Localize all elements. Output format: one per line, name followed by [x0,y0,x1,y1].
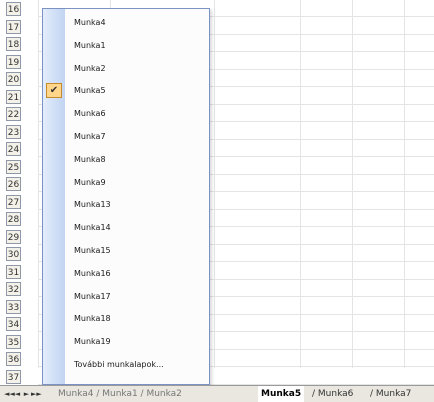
next-sheet-button[interactable]: ► [22,386,31,402]
menu-item-label: Munka5 [74,86,106,96]
row-header[interactable]: 27 [6,194,21,209]
row-header[interactable]: 35 [6,334,21,349]
grid-column-line [300,0,301,368]
sheet-tab-bar: ◄◄ ◄ ► ►► Munka4 / Munka1 / Munka2 Munka… [0,385,434,402]
menu-item[interactable]: Munka4 [43,13,209,33]
row-header[interactable]: 18 [6,37,21,51]
row-header[interactable]: 26 [6,177,21,191]
menu-item-label: Munka13 [74,200,111,210]
menu-item[interactable]: Munka1 [43,36,209,56]
row-headers: 16 17 18 19 20 21 22 23 24 25 26 27 28 29 30 31 32 33 34 35… [0,0,38,385]
menu-item-label: Munka14 [74,223,111,233]
menu-item[interactable]: Munka8 [43,150,209,170]
row-header[interactable]: 22 [6,107,21,121]
row-header[interactable]: 17 [6,19,21,34]
tab-munka7[interactable]: / Munka7 [370,386,411,402]
row-header[interactable]: 16 [6,2,21,16]
row-header[interactable]: 19 [6,54,21,69]
menu-item[interactable]: Munka15 [43,241,209,261]
menu-item-label: További munkalapok... [74,360,164,369]
tab-munka4-munka1-munka2[interactable]: Munka4 / Munka1 / Munka2 [58,386,182,402]
grid-column-line [352,0,353,368]
menu-item[interactable]: Munka17 [43,287,209,307]
row-header[interactable]: 23 [6,124,21,139]
check-icon: ✔ [46,83,62,99]
prev-sheet-button[interactable]: ◄ [13,386,22,402]
menu-item-label: Munka17 [74,291,111,301]
menu-item-label: Munka2 [74,63,106,73]
row-header[interactable]: 33 [6,299,21,314]
row-header[interactable]: 24 [6,142,21,156]
grid-column-line [404,0,405,368]
sheet-list-menu[interactable]: Munka4 Munka1 Munka2 ✔ Munka5 Munka6 Munka7 Mun… [42,8,210,385]
menu-item-label: Munka8 [74,154,106,164]
row-header[interactable]: 21 [6,89,21,104]
row-header[interactable]: 20 [6,72,21,86]
menu-item-label: Munka6 [74,109,106,119]
menu-item[interactable]: Munka18 [43,309,209,329]
row-header[interactable]: 37 [6,369,21,384]
menu-item-label: Munka16 [74,268,111,278]
tab-munka6[interactable]: / Munka6 [312,386,353,402]
menu-item-label: Munka7 [74,132,106,141]
menu-item[interactable]: Munka7 [43,127,209,147]
row-header[interactable]: 31 [6,264,21,279]
menu-item-label: Munka18 [74,314,111,324]
menu-item[interactable]: ✔ Munka5 [43,81,209,101]
menu-item[interactable]: További munkalapok... [43,355,209,375]
menu-item[interactable]: Munka2 [43,59,209,79]
tab-munka5[interactable]: Munka5 [258,386,305,402]
row-header[interactable]: 30 [6,247,21,261]
menu-item-label: Munka1 [74,40,106,50]
grid-column-line [38,0,39,368]
menu-item-label: Munka4 [74,18,106,27]
menu-item[interactable]: Munka14 [43,218,209,238]
menu-item[interactable]: Munka19 [43,332,209,352]
row-header[interactable]: 25 [6,159,21,174]
row-header[interactable]: 28 [6,212,21,226]
menu-item-label: Munka15 [74,246,111,255]
row-header[interactable]: 32 [6,282,21,296]
menu-item[interactable]: Munka6 [43,104,209,124]
menu-item[interactable]: Munka13 [43,195,209,215]
menu-item-label: Munka9 [74,177,106,187]
first-sheet-button[interactable]: ◄◄ [4,386,15,402]
menu-item[interactable]: Munka9 [43,173,209,193]
grid-column-line [214,0,215,368]
row-header[interactable]: 36 [6,352,21,366]
last-sheet-button[interactable]: ►► [31,386,42,402]
menu-item[interactable]: Munka16 [43,264,209,284]
row-header[interactable]: 34 [6,317,21,331]
menu-item-label: Munka19 [74,337,111,347]
row-header[interactable]: 29 [6,229,21,244]
